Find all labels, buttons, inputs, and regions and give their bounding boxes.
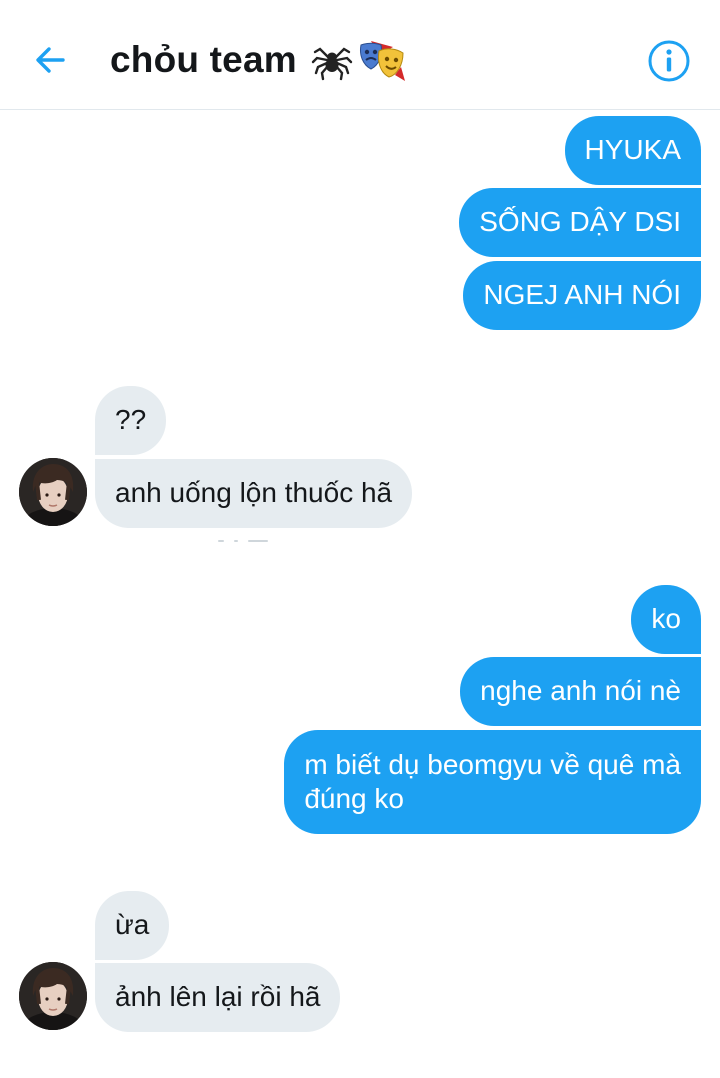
message-bubble-received[interactable]: ừa [95, 891, 170, 960]
info-icon [648, 40, 690, 82]
arrow-left-icon [36, 47, 65, 73]
message-bubble-sent[interactable]: m biết dụ beomgyu về quê mà đúng ko [284, 730, 701, 834]
message-text: NGEJ ANH NÓI [483, 279, 681, 310]
message-bubble-sent[interactable]: nghe anh nói nè [460, 657, 701, 726]
conversation-title: chỏu team [110, 39, 297, 80]
conversation-header: chỏu team [0, 0, 720, 110]
avatar-image [19, 962, 87, 1030]
conversation-title-wrap[interactable]: chỏu team [110, 34, 407, 86]
message-text: nghe anh nói nè [480, 675, 681, 706]
message-text: HYUKA [584, 134, 681, 165]
message-bubble-sent[interactable]: SỐNG DẬY DSI [459, 188, 701, 257]
partial-timestamp [218, 540, 278, 543]
message-text: ừa [115, 909, 150, 940]
back-button[interactable] [26, 36, 74, 84]
message-bubble-sent[interactable]: NGEJ ANH NÓI [463, 261, 701, 330]
message-text: ?? [115, 404, 147, 435]
performing-arts-icon [359, 41, 405, 81]
message-bubble-received[interactable]: anh uống lộn thuốc hã [95, 459, 413, 528]
message-text: ảnh lên lại rồi hã [115, 981, 321, 1012]
avatar-image [19, 458, 87, 526]
message-text: SỐNG DẬY DSI [479, 206, 681, 237]
message-text: anh uống lộn thuốc hã [115, 477, 393, 508]
spider-icon [311, 47, 353, 81]
message-bubble-received[interactable]: ?? [95, 386, 167, 455]
message-bubble-received[interactable]: ảnh lên lại rồi hã [95, 963, 341, 1032]
message-text-line: đúng ko [304, 783, 404, 814]
title-emoji-group [311, 37, 407, 83]
info-button[interactable] [644, 36, 694, 86]
avatar[interactable] [19, 458, 87, 526]
avatar[interactable] [19, 962, 87, 1030]
message-text: ko [651, 603, 681, 634]
message-bubble-sent[interactable]: ko [631, 585, 701, 654]
message-bubble-sent[interactable]: HYUKA [564, 116, 701, 185]
message-text-line: m biết dụ beomgyu về quê mà [304, 749, 681, 780]
